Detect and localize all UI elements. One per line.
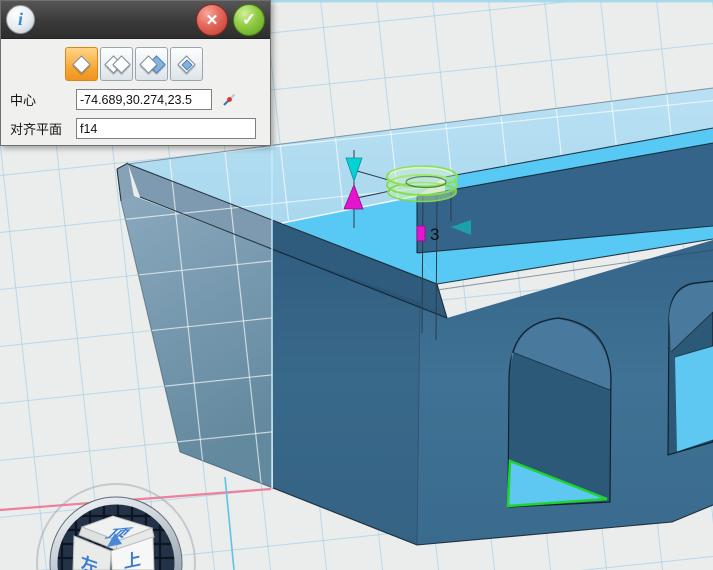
- point-mode-pair-button[interactable]: [100, 47, 133, 81]
- alignment-plane-input[interactable]: [76, 118, 256, 139]
- diamond-icon: [72, 55, 90, 73]
- center-field-row: 中心: [10, 89, 270, 110]
- view-cube-front-label[interactable]: 上: [124, 549, 141, 570]
- point-mode-toolbar: [65, 47, 270, 81]
- handle-block-magenta[interactable]: [417, 226, 425, 241]
- center-label: 中心: [10, 90, 76, 109]
- alignment-plane-label: 对齐平面: [10, 119, 76, 138]
- point-picker-icon[interactable]: [221, 92, 237, 108]
- point-mode-single-button[interactable]: [65, 47, 98, 81]
- cad-app-window: 3 顶 左 上 i ✕ ✓: [0, 0, 713, 570]
- arch-opening-1[interactable]: [508, 318, 611, 507]
- point-mode-nested-button[interactable]: [170, 47, 203, 81]
- confirm-button[interactable]: ✓: [233, 4, 265, 36]
- info-icon[interactable]: i: [6, 5, 35, 34]
- dialog-titlebar[interactable]: i ✕ ✓: [1, 1, 270, 39]
- cancel-button[interactable]: ✕: [196, 4, 228, 36]
- double-diamond-icon: [106, 57, 128, 71]
- diamond-blue-pair-icon: [141, 57, 163, 71]
- feature-command-dialog: i ✕ ✓ 中心: [0, 0, 271, 146]
- nested-diamond-icon: [176, 57, 198, 71]
- center-input[interactable]: [76, 89, 212, 110]
- plane-field-row: 对齐平面: [10, 118, 270, 139]
- drag-handle-dimension[interactable]: 3: [430, 225, 439, 244]
- arch-opening-2[interactable]: [668, 281, 713, 455]
- feature-preview-cylinder[interactable]: [387, 167, 457, 203]
- viewport-top-accent: [271, 0, 713, 2]
- arch2-through-face: [675, 346, 713, 452]
- point-mode-blue-pair-button[interactable]: [135, 47, 168, 81]
